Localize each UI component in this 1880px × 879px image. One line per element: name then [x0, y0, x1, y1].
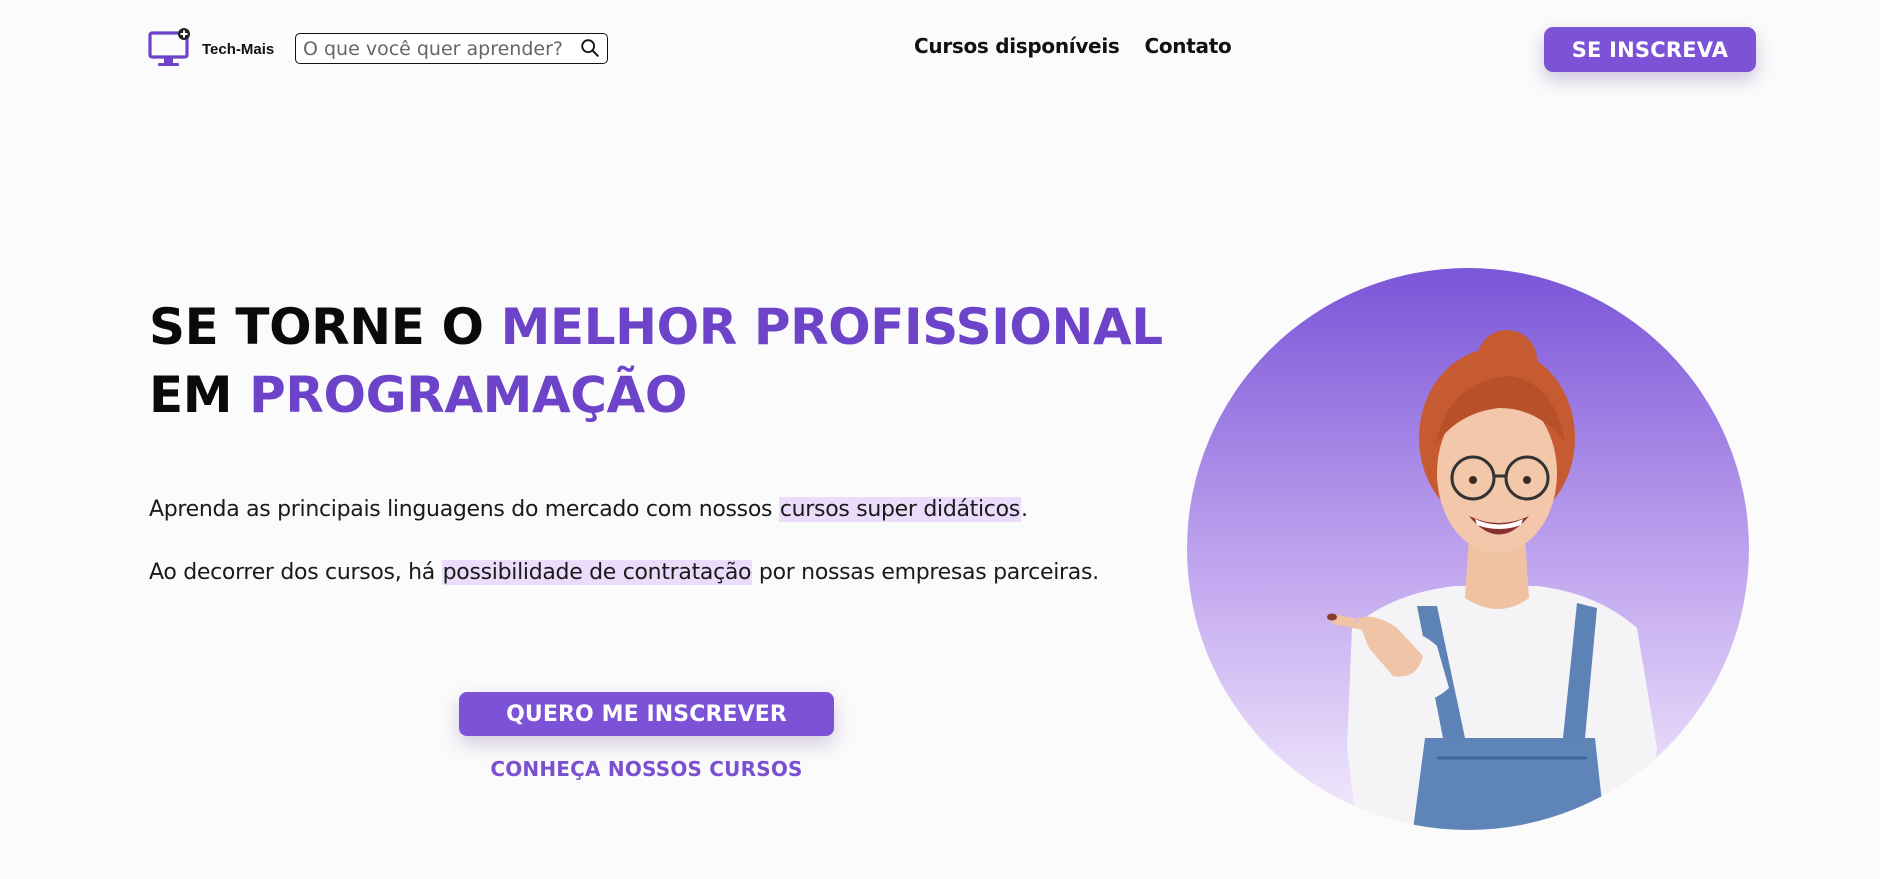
hero-description-1-highlight: cursos super didáticos: [778, 497, 1021, 522]
hero-description-2-highlight: possibilidade de contratação: [441, 560, 753, 585]
search-icon[interactable]: [579, 37, 601, 59]
hero-description-1: Aprenda as principais linguagens do merc…: [149, 497, 1028, 522]
brand-name: Tech-Mais: [202, 40, 275, 58]
main-nav: Cursos disponíveis Contato: [914, 34, 1232, 58]
hero-title-accent-2: PROGRAMAÇÃO: [249, 366, 687, 424]
hero-description-2-text: Ao decorrer dos cursos, há: [149, 560, 442, 585]
hero-title-plain-2: EM: [149, 366, 250, 424]
search-box: [295, 33, 608, 64]
hero-description-1-text: Aprenda as principais linguagens do merc…: [149, 497, 779, 522]
hero-title: SE TORNE O MELHOR PROFISSIONAL EM PROGRA…: [149, 293, 1163, 429]
hero-description-2: Ao decorrer dos cursos, há possibilidade…: [149, 560, 1099, 585]
search-input[interactable]: [296, 34, 566, 63]
nav-link-courses[interactable]: Cursos disponíveis: [914, 34, 1120, 58]
hero-description-2-end: por nossas empresas parceiras.: [752, 560, 1099, 585]
nav-link-contact[interactable]: Contato: [1144, 34, 1231, 58]
signup-button[interactable]: SE INSCREVA: [1544, 27, 1756, 72]
computer-plus-logo-icon: [148, 28, 190, 66]
site-header: Tech-Mais Cursos disponíveis Contato SE …: [0, 0, 1880, 100]
courses-link[interactable]: CONHEÇA NOSSOS CURSOS: [459, 757, 834, 781]
hero-title-plain-1: SE TORNE O: [149, 298, 501, 356]
brand-logo[interactable]: Tech-Mais: [148, 28, 274, 70]
hero-image: [1187, 268, 1749, 830]
enroll-button[interactable]: QUERO ME INSCREVER: [459, 692, 834, 736]
hero-description-1-end: .: [1020, 497, 1028, 522]
hero-title-accent-1: MELHOR PROFISSIONAL: [500, 298, 1164, 356]
